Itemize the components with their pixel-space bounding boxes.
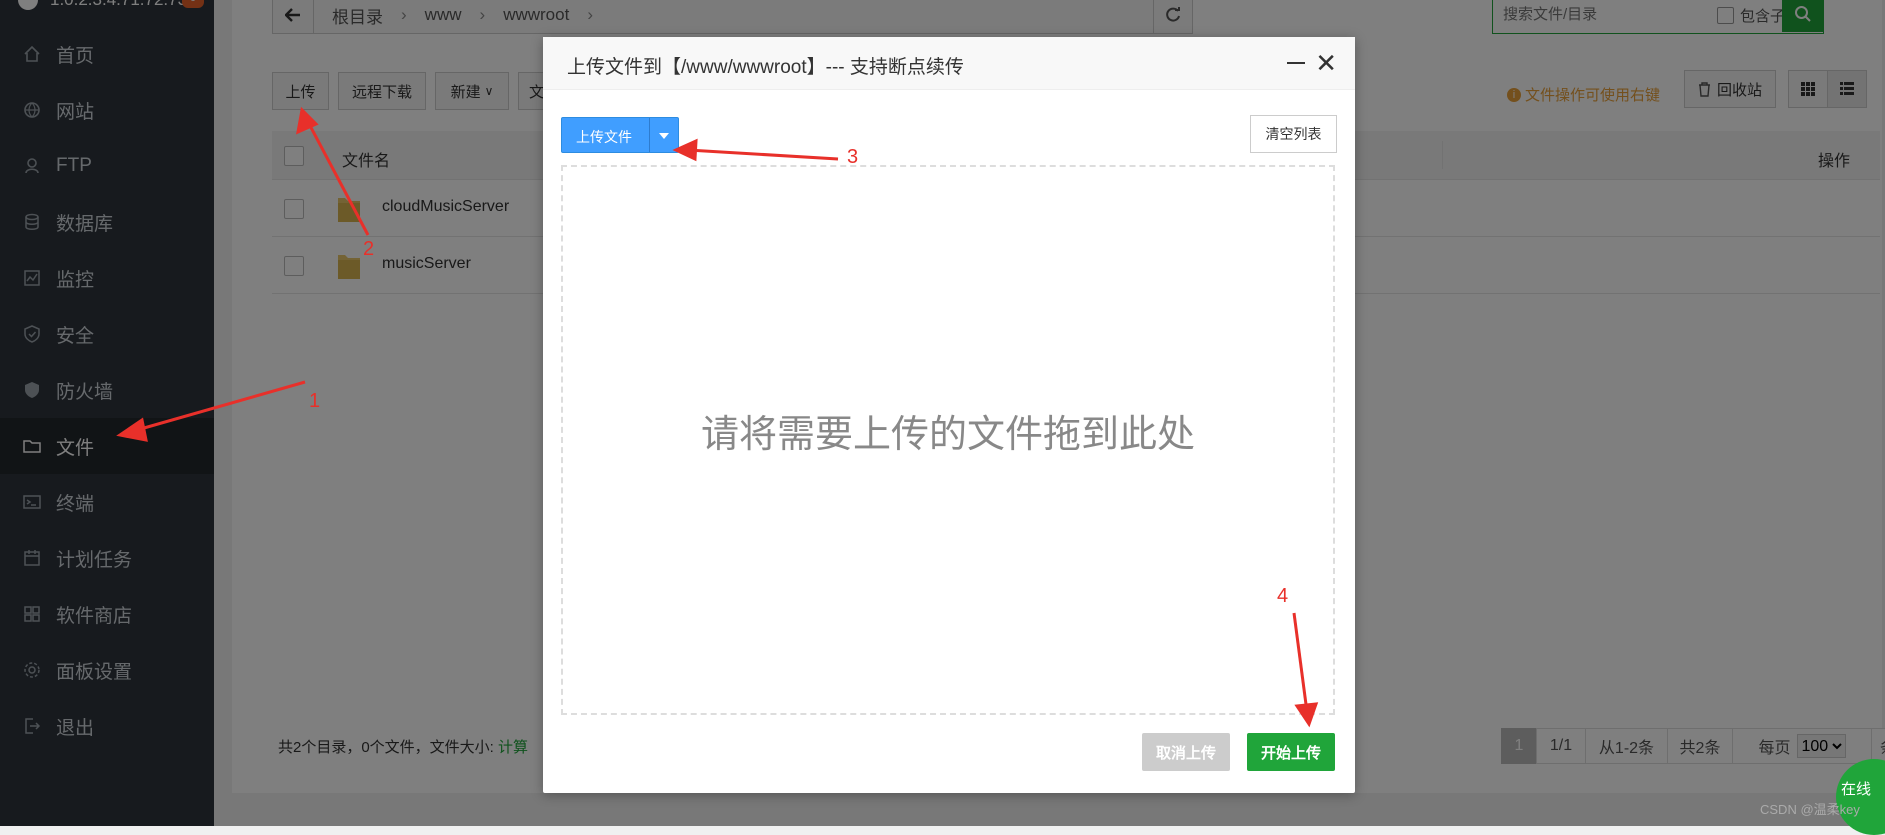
close-icon[interactable]: ✕: [1315, 50, 1337, 76]
online-service-label: 在线: [1840, 781, 1871, 798]
caret-down-icon[interactable]: [659, 133, 669, 139]
dialog-title: 上传文件到【/www/wwwroot】--- 支持断点续传: [567, 57, 964, 78]
upload-file-label: 上传文件: [576, 129, 632, 145]
upload-file-button[interactable]: 上传文件: [561, 117, 679, 153]
annotation-label-1: 1: [309, 390, 321, 412]
file-drop-zone[interactable]: 请将需要上传的文件拖到此处: [561, 165, 1335, 715]
annotation-label-2: 2: [363, 238, 375, 260]
watermark: CSDN @温柔key: [1760, 802, 1860, 817]
start-upload-button[interactable]: 开始上传: [1247, 733, 1335, 771]
drop-hint: 请将需要上传的文件拖到此处: [700, 414, 1195, 456]
dialog-header: 上传文件到【/www/wwwroot】--- 支持断点续传 ✕: [543, 37, 1355, 90]
clear-list-button[interactable]: 清空列表: [1250, 115, 1337, 153]
upload-dialog: 上传文件到【/www/wwwroot】--- 支持断点续传 ✕ 上传文件 清空列…: [543, 37, 1355, 793]
annotation-label-3: 3: [847, 146, 859, 168]
cancel-upload-button[interactable]: 取消上传: [1142, 733, 1230, 771]
annotation-label-4: 4: [1277, 585, 1289, 607]
button-divider: [649, 118, 650, 152]
minimize-icon[interactable]: [1287, 62, 1305, 64]
